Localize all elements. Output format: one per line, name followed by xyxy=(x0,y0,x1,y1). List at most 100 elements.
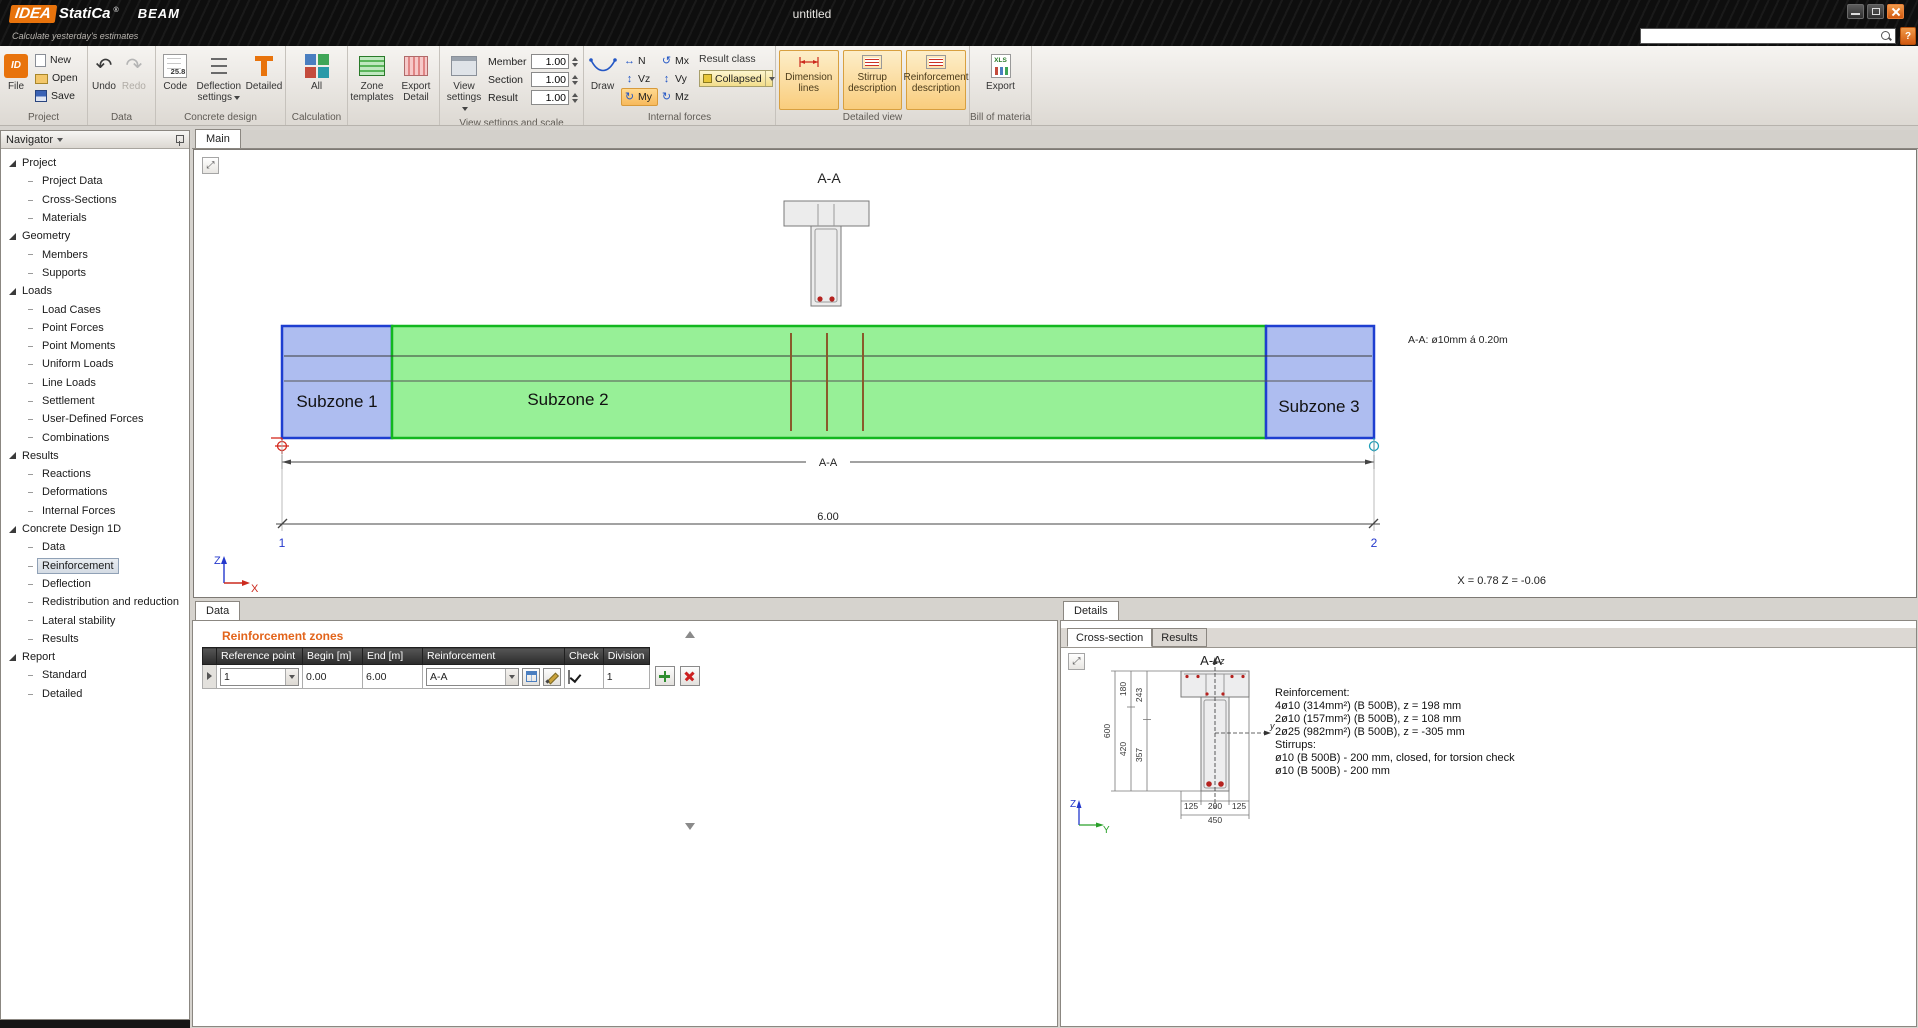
tab-cross-section[interactable]: Cross-section xyxy=(1067,628,1152,647)
nav-item-members[interactable]: Members xyxy=(1,245,189,263)
new-button[interactable]: New xyxy=(32,51,81,69)
reference-point-dropdown[interactable]: 1 xyxy=(220,668,299,686)
deflection-settings-button[interactable]: Deflection settings xyxy=(195,49,243,106)
subzone-3-region[interactable] xyxy=(1266,326,1374,438)
file-button[interactable]: ID File xyxy=(2,49,30,95)
help-button[interactable]: ? xyxy=(1900,27,1916,45)
undo-button[interactable]: ↶ Undo xyxy=(90,49,118,95)
detailed-button[interactable]: Detailed xyxy=(245,49,283,95)
search-input[interactable] xyxy=(1641,30,1880,42)
nav-item-lateral-stability[interactable]: Lateral stability xyxy=(1,611,189,629)
force-toggle-mz[interactable]: ↻Mz xyxy=(658,88,695,106)
reinforcement-description-toggle[interactable]: Reinforcement description xyxy=(906,50,966,110)
collapse-icon[interactable] xyxy=(9,233,16,240)
collapse-icon[interactable] xyxy=(9,452,16,459)
force-toggle-vy[interactable]: ↕Vy xyxy=(658,70,695,88)
force-toggle-vz[interactable]: ↕Vz xyxy=(621,70,658,88)
nav-item-standard[interactable]: Standard xyxy=(1,666,189,684)
nav-item-results[interactable]: Results xyxy=(1,630,189,648)
member-scale-spinner[interactable] xyxy=(572,57,578,67)
result-class-dropdown[interactable]: Collapsed xyxy=(699,70,773,87)
begin-value[interactable]: 0.00 xyxy=(303,665,363,689)
main-canvas[interactable]: ⤢ A-A xyxy=(193,149,1917,598)
nav-item-detailed[interactable]: Detailed xyxy=(1,685,189,703)
collapse-icon[interactable] xyxy=(9,654,16,661)
dimension-lines-toggle[interactable]: Dimension lines xyxy=(779,50,839,110)
nav-item-point-moments[interactable]: Point Moments xyxy=(1,337,189,355)
tab-details[interactable]: Details xyxy=(1063,601,1119,620)
dim-420: 420 xyxy=(1118,742,1128,756)
force-toggle-n[interactable]: ↔N xyxy=(621,52,658,70)
nav-section-loads[interactable]: Loads xyxy=(1,282,189,300)
scroll-down-arrow[interactable] xyxy=(685,823,695,830)
nav-section-report[interactable]: Report xyxy=(1,648,189,666)
nav-item-combinations[interactable]: Combinations xyxy=(1,428,189,446)
force-toggle-mx[interactable]: ↺Mx xyxy=(658,52,695,70)
nav-section-results[interactable]: Results xyxy=(1,447,189,465)
nav-item-materials[interactable]: Materials xyxy=(1,209,189,227)
subzone-2-region[interactable] xyxy=(392,326,1266,438)
nav-section-project[interactable]: Project xyxy=(1,154,189,172)
fit-view-button[interactable]: ⤢ xyxy=(202,157,219,174)
nav-section-concrete-design-1d[interactable]: Concrete Design 1D xyxy=(1,520,189,538)
row-marker[interactable] xyxy=(203,665,217,689)
section-scale-spinner[interactable] xyxy=(572,75,578,85)
nav-item-deflection[interactable]: Deflection xyxy=(1,575,189,593)
pin-icon[interactable] xyxy=(174,134,184,146)
maximize-button[interactable] xyxy=(1867,4,1884,19)
member-scale-input[interactable] xyxy=(531,54,569,69)
add-zone-button[interactable] xyxy=(655,666,675,686)
draw-button[interactable]: Draw xyxy=(586,49,619,95)
nav-item-point-forces[interactable]: Point Forces xyxy=(1,319,189,337)
tab-main[interactable]: Main xyxy=(195,129,241,148)
nav-item-reinforcement[interactable]: Reinforcement xyxy=(1,557,189,575)
redo-button[interactable]: ↷ Redo xyxy=(120,49,148,95)
subzone-1-region[interactable] xyxy=(282,326,392,438)
division-value[interactable]: 1 xyxy=(603,665,649,689)
nav-item-deformations[interactable]: Deformations xyxy=(1,483,189,501)
nav-item-reactions[interactable]: Reactions xyxy=(1,465,189,483)
code-button[interactable]: 25.8 Code xyxy=(158,49,193,95)
end-value[interactable]: 6.00 xyxy=(363,665,423,689)
save-button[interactable]: Save xyxy=(32,87,81,105)
nav-item-settlement[interactable]: Settlement xyxy=(1,392,189,410)
nav-item-project-data[interactable]: Project Data xyxy=(1,172,189,190)
nav-item-redistribution[interactable]: Redistribution and reduction xyxy=(1,593,189,611)
reinforcement-dropdown[interactable]: A-A xyxy=(426,668,519,686)
fit-view-button[interactable]: ⤢ xyxy=(1068,653,1085,670)
section-scale-input[interactable] xyxy=(531,72,569,87)
export-detail-button[interactable]: Export Detail xyxy=(396,49,436,106)
result-scale-input[interactable] xyxy=(531,90,569,105)
export-bom-button[interactable]: XLS Export xyxy=(984,49,1017,95)
nav-item-line-loads[interactable]: Line Loads xyxy=(1,374,189,392)
nav-item-load-cases[interactable]: Load Cases xyxy=(1,300,189,318)
delete-zone-button[interactable] xyxy=(680,666,700,686)
force-toggle-my[interactable]: ↻My xyxy=(621,88,658,106)
close-button[interactable] xyxy=(1887,4,1904,19)
zone-template-button[interactable] xyxy=(522,668,540,686)
collapse-icon[interactable] xyxy=(9,288,16,295)
scroll-up-arrow[interactable] xyxy=(685,631,695,638)
check-checkbox[interactable] xyxy=(568,670,570,684)
nav-item-data[interactable]: Data xyxy=(1,538,189,556)
nav-item-internal-forces[interactable]: Internal Forces xyxy=(1,502,189,520)
nav-item-cross-sections[interactable]: Cross-Sections xyxy=(1,191,189,209)
nav-item-supports[interactable]: Supports xyxy=(1,264,189,282)
nav-item-user-defined-forces[interactable]: User-Defined Forces xyxy=(1,410,189,428)
edit-reinforcement-button[interactable] xyxy=(543,668,561,686)
search-icon[interactable] xyxy=(1880,30,1893,43)
tab-data[interactable]: Data xyxy=(195,601,240,620)
collapse-icon[interactable] xyxy=(9,160,16,167)
nav-section-geometry[interactable]: Geometry xyxy=(1,227,189,245)
navigator-dropdown-icon[interactable] xyxy=(57,138,63,142)
tab-results[interactable]: Results xyxy=(1152,628,1207,647)
calculate-all-button[interactable]: All xyxy=(303,49,331,95)
stirrup-description-toggle[interactable]: Stirrup description xyxy=(843,50,903,110)
collapse-icon[interactable] xyxy=(9,526,16,533)
zone-templates-button[interactable]: Zone templates xyxy=(350,49,394,106)
open-button[interactable]: Open xyxy=(32,69,81,87)
view-settings-button[interactable]: View settings xyxy=(442,49,486,117)
minimize-button[interactable] xyxy=(1847,4,1864,19)
result-scale-spinner[interactable] xyxy=(572,93,578,103)
nav-item-uniform-loads[interactable]: Uniform Loads xyxy=(1,355,189,373)
